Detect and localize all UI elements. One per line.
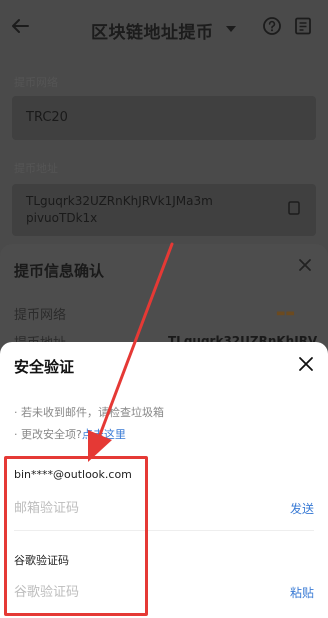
top-bar: 区块链地址提币: [0, 8, 328, 48]
network-label: 提币网络: [14, 76, 58, 89]
clipboard-icon[interactable]: [286, 200, 302, 216]
record-icon[interactable]: [293, 16, 313, 36]
click-here-link[interactable]: 点击这里: [82, 428, 126, 441]
security-title: 安全验证: [14, 358, 75, 376]
send-code-button[interactable]: 发送: [290, 500, 314, 517]
hint-change-prefix: · 更改安全项?: [14, 428, 82, 441]
confirm-network-label: 提币网络: [14, 308, 67, 323]
address-line-2: pivuoTDk1x: [26, 211, 98, 225]
confirm-title: 提币信息确认: [14, 262, 105, 280]
address-field[interactable]: TLguqrk32UZRnKhJRVk1JMa3m pivuoTDk1x: [12, 184, 316, 236]
help-icon[interactable]: [262, 16, 282, 36]
close-icon[interactable]: [298, 356, 314, 372]
hint-change-security: · 更改安全项?点击这里: [14, 426, 126, 442]
network-tag: ▬▬: [276, 308, 295, 319]
hint-check-spam: · 若未收到邮件，请检查垃圾箱: [14, 406, 164, 419]
page-title: 区块链地址提币: [91, 23, 214, 43]
paste-button[interactable]: 粘贴: [290, 584, 314, 601]
close-icon[interactable]: [298, 258, 312, 272]
address-label: 提币地址: [14, 162, 58, 175]
chevron-down-icon[interactable]: [226, 26, 236, 32]
network-value: TRC20: [26, 110, 68, 125]
annotation-highlight-box: [4, 456, 148, 616]
network-field[interactable]: TRC20: [12, 96, 316, 140]
address-line-1: TLguqrk32UZRnKhJRVk1JMa3m: [26, 194, 213, 208]
back-icon[interactable]: [8, 14, 32, 38]
